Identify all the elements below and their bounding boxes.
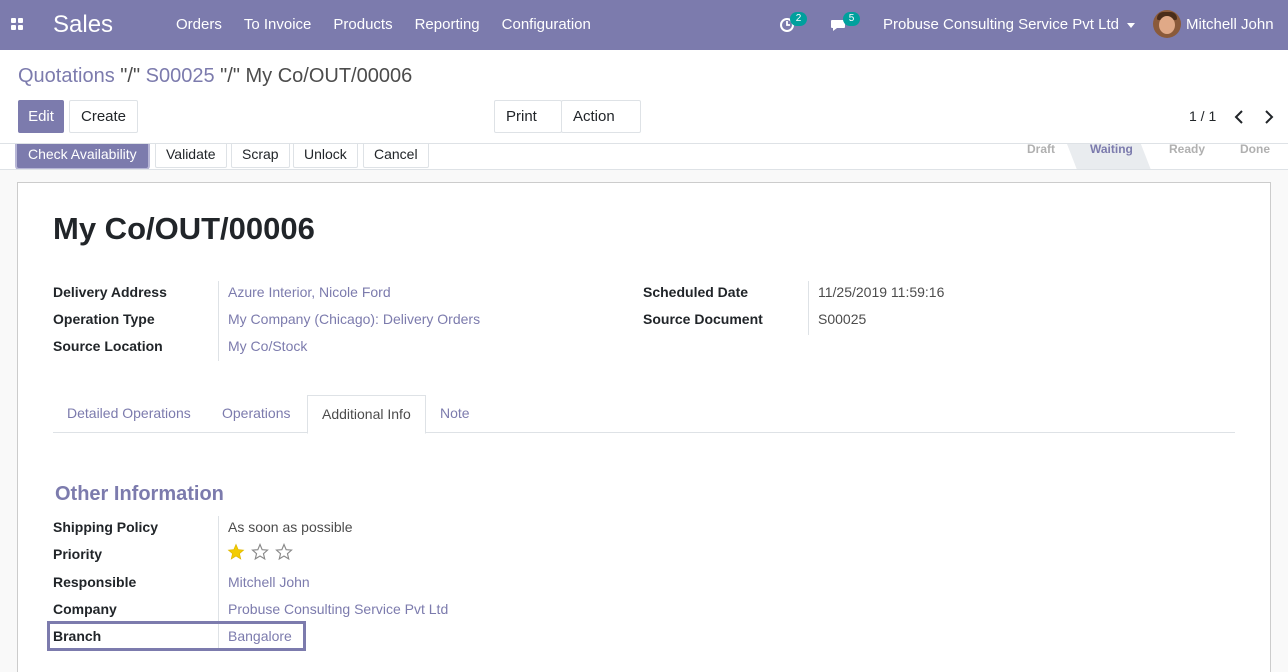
create-button[interactable]: Create xyxy=(69,100,139,133)
delivery-address-value[interactable]: Azure Interior, Nicole Ford xyxy=(228,284,391,300)
user-avatar[interactable] xyxy=(1153,10,1181,38)
breadcrumb-order[interactable]: S00025 xyxy=(146,65,215,87)
stage-waiting: Waiting xyxy=(1090,144,1133,156)
pager-previous-icon[interactable] xyxy=(1233,110,1245,124)
chevron-down-icon xyxy=(1126,22,1135,28)
activity-clock-icon[interactable]: 2 xyxy=(779,12,807,34)
stage-done: Done xyxy=(1240,144,1270,156)
cancel-button[interactable]: Cancel xyxy=(363,144,429,168)
tab-note[interactable]: Note xyxy=(426,395,484,433)
company-name: Probuse Consulting Service Pvt Ltd xyxy=(883,16,1119,33)
scheduled-date-label: Scheduled Date xyxy=(643,284,749,300)
apps-menu-icon[interactable] xyxy=(11,18,25,32)
unlock-button[interactable]: Unlock xyxy=(293,144,358,168)
company-switcher[interactable]: Probuse Consulting Service Pvt Ltd xyxy=(883,0,1135,50)
priority-label: Priority xyxy=(53,546,103,562)
top-navbar: Sales Orders To Invoice Products Reporti… xyxy=(0,0,1288,78)
main-menu: Orders To Invoice Products Reporting Con… xyxy=(165,0,602,50)
operation-type-label: Operation Type xyxy=(53,311,155,327)
company-value[interactable]: Probuse Consulting Service Pvt Ltd xyxy=(228,601,448,617)
source-document-value: S00025 xyxy=(818,311,867,327)
breadcrumb-separator: "/" xyxy=(220,65,240,87)
messages-chat-icon[interactable]: 5 xyxy=(830,12,860,34)
action-dropdown[interactable]: Action xyxy=(561,100,641,151)
activity-badge: 2 xyxy=(790,12,807,26)
notebook-tabs: Detailed Operations Operations Additiona… xyxy=(53,395,1235,434)
shipping-policy-label: Shipping Policy xyxy=(53,519,159,535)
validate-button[interactable]: Validate xyxy=(155,144,227,168)
breadcrumb-separator: "/" xyxy=(120,65,141,87)
priority-star-filled-icon[interactable] xyxy=(227,543,245,561)
record-title: My Co/OUT/00006 xyxy=(53,211,315,246)
company-label: Company xyxy=(53,601,117,617)
shipping-policy-value[interactable]: As soon as possible xyxy=(228,519,353,535)
print-dropdown[interactable]: Print xyxy=(494,100,562,151)
other-information-heading: Other Information xyxy=(55,483,224,505)
operation-type-value[interactable]: My Company (Chicago): Delivery Orders xyxy=(228,311,480,327)
stage-draft: Draft xyxy=(1027,144,1056,156)
field-divider xyxy=(808,281,809,335)
status-bar: Check Availability Validate Scrap Unlock… xyxy=(0,144,1288,170)
scheduled-date-value: 11/25/2019 11:59:16 xyxy=(818,284,945,300)
menu-configuration[interactable]: Configuration xyxy=(491,0,602,50)
print-label: Print xyxy=(506,108,537,125)
scrap-button[interactable]: Scrap xyxy=(231,144,290,168)
responsible-value[interactable]: Mitchell John xyxy=(228,574,310,590)
responsible-label: Responsible xyxy=(53,574,137,590)
stage-ready: Ready xyxy=(1169,144,1206,156)
pager-next-icon[interactable] xyxy=(1263,110,1275,124)
messages-badge: 5 xyxy=(843,12,860,26)
edit-button[interactable]: Edit xyxy=(18,100,64,133)
source-location-label: Source Location xyxy=(53,338,163,354)
field-divider xyxy=(218,281,219,361)
source-location-value[interactable]: My Co/Stock xyxy=(228,338,307,354)
tab-operations[interactable]: Operations xyxy=(208,395,304,433)
pager-value[interactable]: 1 / 1 xyxy=(1189,108,1216,124)
breadcrumb: Quotations "/" S00025 "/" My Co/OUT/0000… xyxy=(18,65,412,88)
breadcrumb-current: My Co/OUT/00006 xyxy=(245,65,413,87)
breadcrumb-quotations[interactable]: Quotations xyxy=(18,65,115,87)
tab-additional-info[interactable]: Additional Info xyxy=(307,395,426,434)
user-name: Mitchell John xyxy=(1186,16,1274,33)
priority-star-empty-icon[interactable] xyxy=(275,543,293,561)
branch-highlight-box xyxy=(47,621,306,651)
app-name: Sales xyxy=(53,11,114,38)
tab-detailed-operations[interactable]: Detailed Operations xyxy=(53,395,205,433)
menu-orders[interactable]: Orders xyxy=(165,0,233,50)
delivery-address-label: Delivery Address xyxy=(53,284,167,300)
form-sheet: My Co/OUT/00006 Delivery Address Operati… xyxy=(17,182,1271,672)
check-availability-button[interactable]: Check Availability xyxy=(17,144,148,168)
source-document-label: Source Document xyxy=(643,311,763,327)
priority-star-empty-icon[interactable] xyxy=(251,543,269,561)
menu-reporting[interactable]: Reporting xyxy=(404,0,491,50)
menu-products[interactable]: Products xyxy=(322,0,403,50)
menu-to-invoice[interactable]: To Invoice xyxy=(233,0,323,50)
action-label: Action xyxy=(573,108,615,125)
control-panel: Quotations "/" S00025 "/" My Co/OUT/0000… xyxy=(0,50,1288,151)
